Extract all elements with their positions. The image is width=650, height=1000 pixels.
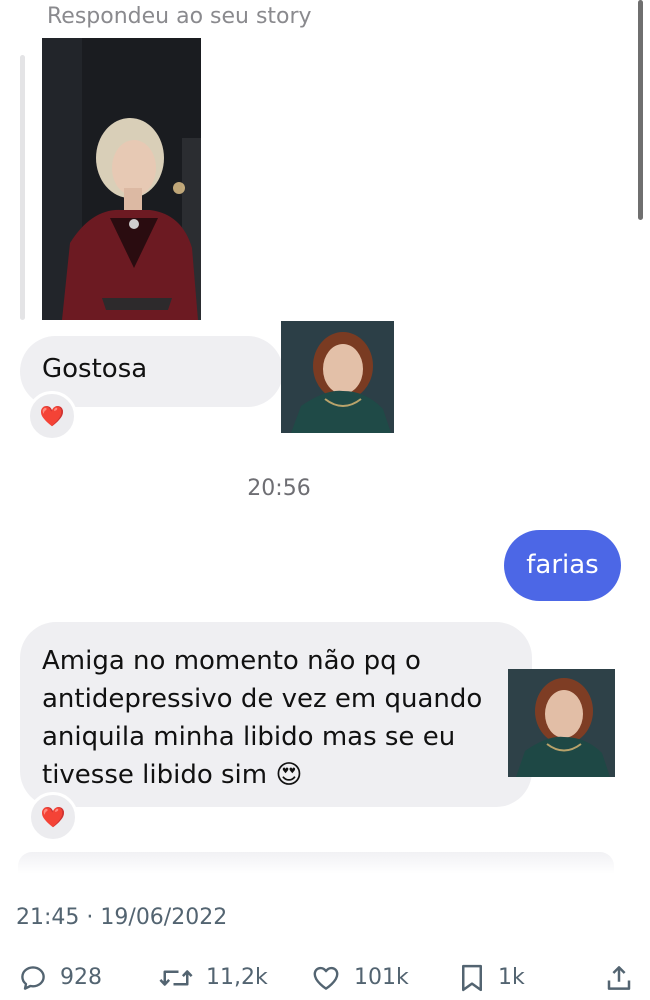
sender-avatar[interactable] [508, 669, 615, 777]
share-button[interactable] [604, 955, 634, 1000]
share-icon [604, 963, 634, 993]
bookmark-count: 1k [498, 965, 525, 990]
meta-separator: · [86, 905, 94, 930]
like-count: 101k [354, 965, 409, 990]
tweet-timestamp: 21:45 · 19/06/2022 [16, 905, 227, 930]
message-bubble-outgoing[interactable]: farias [504, 530, 621, 601]
tweet-action-bar: 928 11,2k 101k 1k [0, 955, 650, 1000]
story-reply-bar [20, 55, 25, 320]
bookmark-button[interactable]: 1k [458, 955, 525, 1000]
reply-button[interactable]: 928 [18, 955, 102, 1000]
heart-icon [310, 963, 342, 993]
message-bubble-partial [18, 852, 614, 874]
screenshot: Respondeu ao seu story Gostosa ❤️ 20:56 … [0, 0, 650, 1000]
message-text: Amiga no momento não pq o antidepressivo… [42, 646, 483, 790]
retweet-button[interactable]: 11,2k [158, 955, 268, 1000]
message-bubble-incoming[interactable]: Amiga no momento não pq o antidepressivo… [20, 622, 532, 807]
tweet-time: 21:45 [16, 905, 80, 930]
avatar-art [508, 669, 615, 777]
sender-avatar[interactable] [281, 321, 394, 433]
reply-count: 928 [60, 965, 102, 990]
message-text: Gostosa [42, 354, 148, 384]
heart-reaction-icon: ❤️ [40, 805, 66, 829]
story-photo[interactable] [42, 38, 201, 320]
retweet-count: 11,2k [206, 965, 268, 990]
scrollbar[interactable] [638, 0, 643, 220]
retweet-icon [158, 963, 194, 993]
reaction-badge[interactable]: ❤️ [27, 391, 77, 441]
message-text: farias [526, 550, 599, 580]
heart-reaction-icon: ❤️ [39, 404, 65, 428]
story-reply-caption: Respondeu ao seu story [47, 4, 312, 29]
tweet-date: 19/06/2022 [100, 905, 228, 930]
reaction-badge[interactable]: ❤️ [28, 792, 78, 842]
reply-icon [18, 963, 48, 993]
avatar-art [281, 321, 394, 433]
story-photo-art [42, 38, 201, 320]
chat-timestamp: 20:56 [247, 476, 311, 501]
bookmark-icon [458, 963, 486, 993]
like-button[interactable]: 101k [310, 955, 409, 1000]
